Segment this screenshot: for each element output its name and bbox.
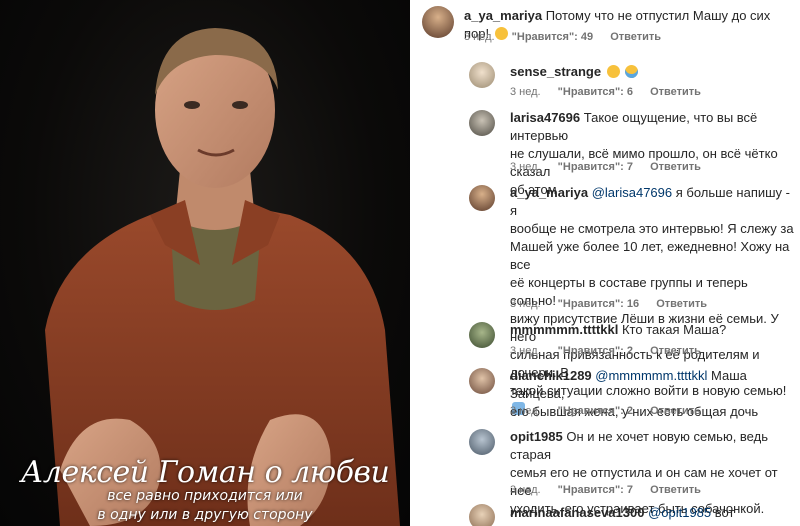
avatar[interactable]: [469, 504, 495, 526]
video-caption-title: Алексей Гоман о любви: [20, 455, 390, 490]
comment-time: 3 нед.: [510, 298, 541, 310]
comment-username[interactable]: dianchik1289: [510, 368, 592, 383]
comment-username[interactable]: sense_strange: [510, 64, 601, 79]
comment-username[interactable]: a_ya_mariya: [464, 8, 542, 23]
comment-likes[interactable]: "Нравится": 6: [558, 86, 633, 98]
comment-likes[interactable]: "Нравится": 2: [558, 405, 633, 417]
reply-button[interactable]: Ответить: [650, 484, 701, 496]
comment-time: 3 нед.: [510, 161, 541, 173]
reply-button[interactable]: Ответить: [610, 31, 661, 43]
comment-text-line: Машей уже более 10 лет, ежедневно! Хожу …: [510, 239, 790, 272]
reply-button[interactable]: Ответить: [650, 345, 701, 357]
crying-face-emoji: [625, 65, 639, 78]
comment-username[interactable]: marinaafanaseva1300: [510, 505, 644, 520]
comment-likes[interactable]: "Нравится": 49: [512, 31, 593, 43]
comment-username[interactable]: a_ya_mariya: [510, 185, 588, 200]
comment-text: Кто такая Маша?: [621, 322, 727, 337]
surprised-face-emoji: [606, 65, 620, 78]
comment-mention[interactable]: @larisa47696: [592, 185, 672, 200]
avatar[interactable]: [469, 185, 495, 211]
comment-time: 3 нед.: [510, 484, 541, 496]
avatar[interactable]: [469, 368, 495, 394]
comment-username[interactable]: larisa47696: [510, 110, 580, 125]
comment-mention[interactable]: @mmmmmm.ttttkkl: [595, 368, 707, 383]
reply-button[interactable]: Ответить: [650, 86, 701, 98]
comment-likes[interactable]: "Нравится": 2: [558, 345, 633, 357]
comment-username[interactable]: mmmmmm.ttttkkl: [510, 322, 618, 337]
comment-time: 3 нед.: [510, 86, 541, 98]
comment-text-line: вообще не смотрела это интервью! Я слежу…: [510, 221, 794, 236]
avatar[interactable]: [422, 6, 454, 38]
comment-time: 3 нед.: [510, 405, 541, 417]
avatar[interactable]: [469, 62, 495, 88]
comment-time: 3 нед.: [510, 345, 541, 357]
comment-mention[interactable]: @opit1985: [648, 505, 711, 520]
video-player[interactable]: Алексей Гоман о любви все равно приходит…: [0, 0, 410, 526]
comment-likes[interactable]: "Нравится": 7: [558, 161, 633, 173]
comment-likes[interactable]: "Нравится": 16: [558, 298, 639, 310]
comment-username[interactable]: opit1985: [510, 429, 563, 444]
video-caption-line-1: все равно приходится или: [107, 488, 303, 504]
comments-panel: a_ya_mariya Потому что не отпустил Машу …: [410, 0, 800, 526]
video-frame-illustration: [45, 28, 400, 526]
avatar[interactable]: [469, 110, 495, 136]
reply-button[interactable]: Ответить: [656, 298, 707, 310]
avatar[interactable]: [469, 322, 495, 348]
comment-time: 3 нед.: [464, 31, 495, 43]
comment-likes[interactable]: "Нравится": 7: [558, 484, 633, 496]
reply-button[interactable]: Ответить: [650, 405, 701, 417]
avatar[interactable]: [469, 429, 495, 455]
reply-button[interactable]: Ответить: [650, 161, 701, 173]
video-caption-line-2: в одну или в другую сторону: [97, 507, 313, 523]
